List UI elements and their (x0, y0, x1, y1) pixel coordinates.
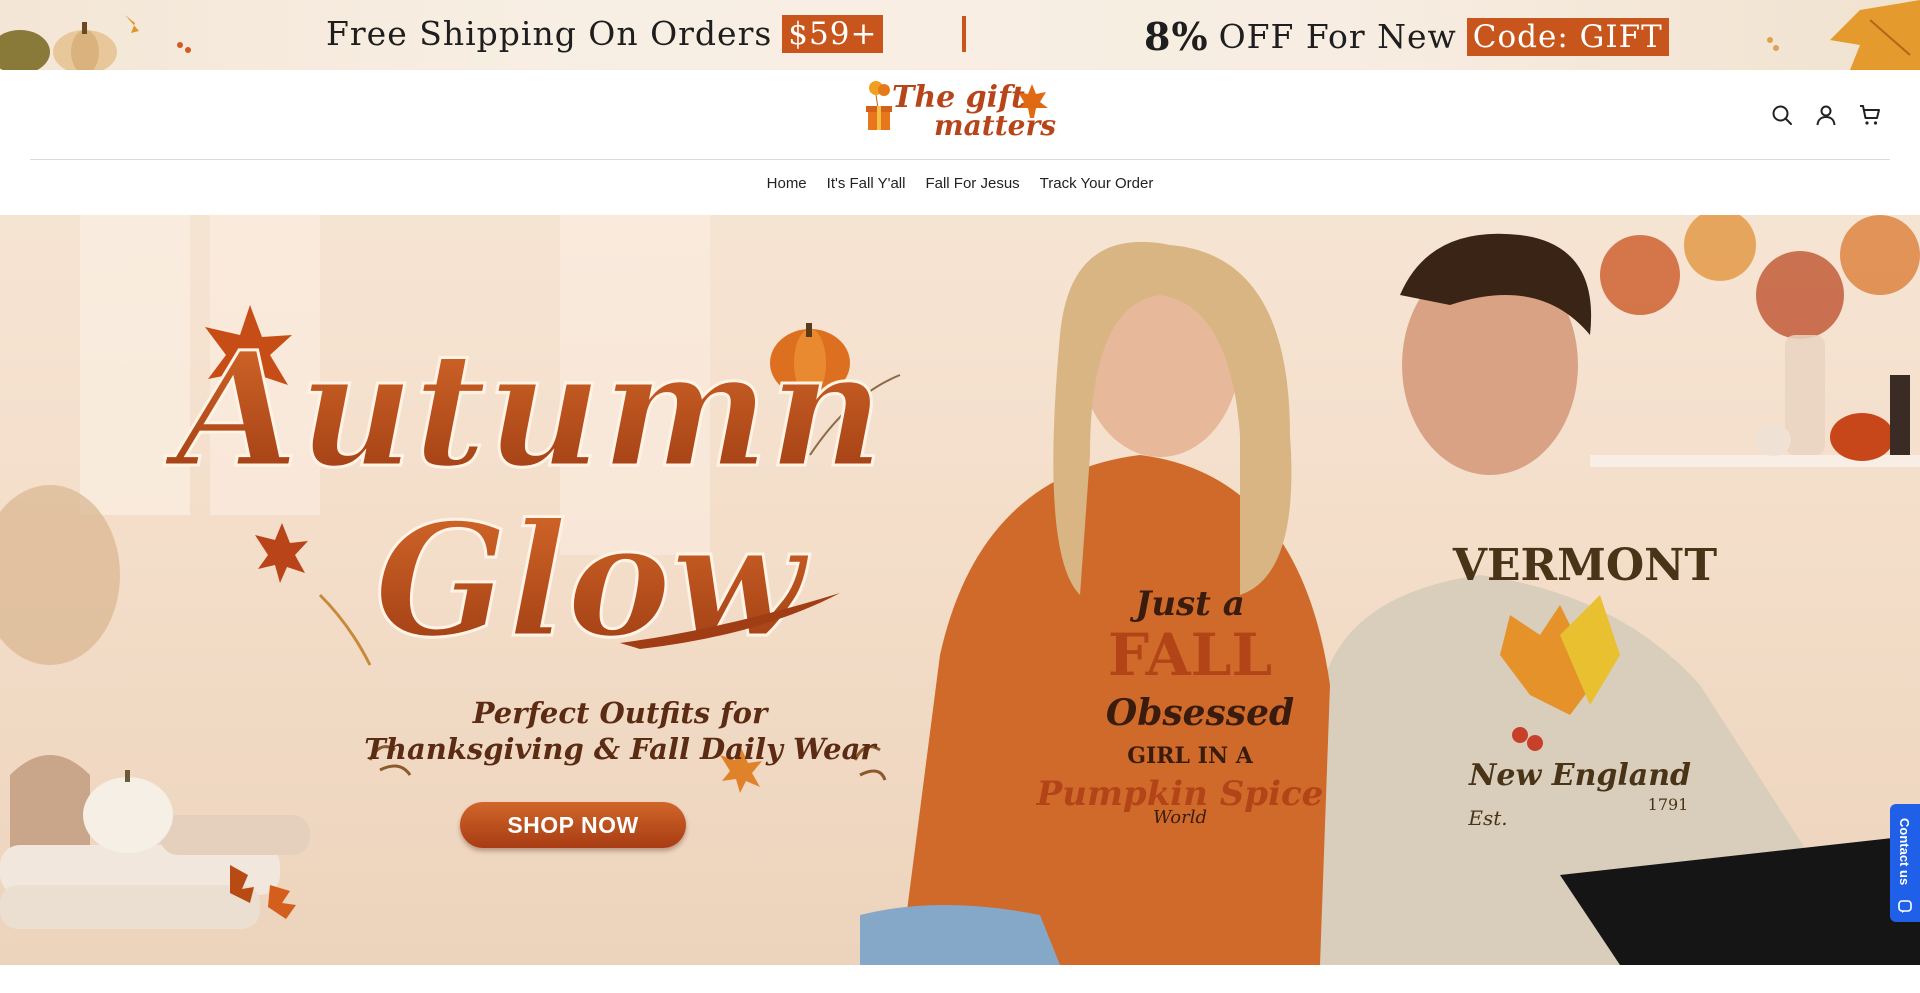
models-photo (860, 233, 1920, 965)
hero-title-line-2: Glow (375, 489, 811, 672)
hero-artwork: Autumn Glow Just a FALL Obsessed GIRL IN… (0, 215, 1920, 965)
pumpkin-decoration-left (0, 15, 191, 70)
leaf-decoration-right (1767, 0, 1920, 70)
page-below-fold (0, 965, 1920, 993)
contact-us-tab[interactable]: Contact us (1890, 804, 1920, 922)
hero-title-line-1: Autumn (163, 318, 883, 503)
shirt-text: FALL (1108, 621, 1272, 689)
chat-icon (1898, 900, 1912, 913)
shirt-text: Est. (1467, 806, 1507, 830)
hero-subtitle-line-2: Thanksgiving & Fall Daily Wear (364, 732, 876, 766)
shipping-text: Free Shipping On Orders (326, 14, 773, 53)
header-actions (1770, 103, 1882, 127)
cart-icon[interactable] (1858, 103, 1882, 127)
nav-item-fall-for-jesus[interactable]: Fall For Jesus (925, 175, 1019, 192)
shirt-text: World (1153, 807, 1207, 828)
shirt-text: VERMONT (1452, 540, 1717, 591)
announcement-bar: Free Shipping On Orders $59+ 8% OFF For … (0, 0, 1920, 70)
shipping-announcement: Free Shipping On Orders $59+ (326, 14, 884, 53)
shirt-text: Obsessed (1106, 692, 1294, 734)
header-divider (30, 159, 1890, 160)
window-light (80, 215, 190, 515)
shirt-text: 1791 (1648, 795, 1689, 814)
shipping-threshold-badge: $59+ (782, 14, 884, 53)
contact-us-label: Contact us (1897, 818, 1912, 886)
site-logo[interactable]: The gift matters (862, 78, 1058, 152)
hero-subtitle-line-1: Perfect Outfits for (472, 696, 768, 730)
discount-code-badge: Code: GIFT (1466, 17, 1669, 56)
hero-banner[interactable]: Autumn Glow Just a FALL Obsessed GIRL IN… (0, 215, 1920, 965)
discount-text: OFF For New (1218, 17, 1457, 56)
main-nav: Home It's Fall Y'all Fall For Jesus Trac… (0, 175, 1920, 192)
discount-announcement: 8% OFF For New Code: GIFT (1144, 14, 1669, 59)
hero-subtitle: Perfect Outfits for Thanksgiving & Fall … (360, 695, 880, 767)
site-header: The gift matters Home It's Fall Y'all Fa… (0, 70, 1920, 215)
nav-item-home[interactable]: Home (767, 175, 807, 192)
shirt-text: Just a (1129, 584, 1245, 624)
shop-now-button[interactable]: SHOP NOW (460, 802, 686, 848)
home-decor-right (1590, 215, 1920, 467)
nav-item-track-your-order[interactable]: Track Your Order (1040, 175, 1154, 192)
shirt-text: New England (1468, 758, 1691, 793)
shirt-text: GIRL IN A (1127, 743, 1254, 769)
home-decor-left (0, 485, 310, 929)
nav-item-its-fall-yall[interactable]: It's Fall Y'all (827, 175, 906, 192)
logo-wordmark: The gift matters (892, 83, 1056, 142)
announcement-divider (962, 16, 966, 52)
logo-line-2: matters (934, 109, 1056, 142)
search-icon[interactable] (1770, 103, 1794, 127)
account-icon[interactable] (1814, 103, 1838, 127)
discount-percent: 8% (1144, 14, 1209, 59)
